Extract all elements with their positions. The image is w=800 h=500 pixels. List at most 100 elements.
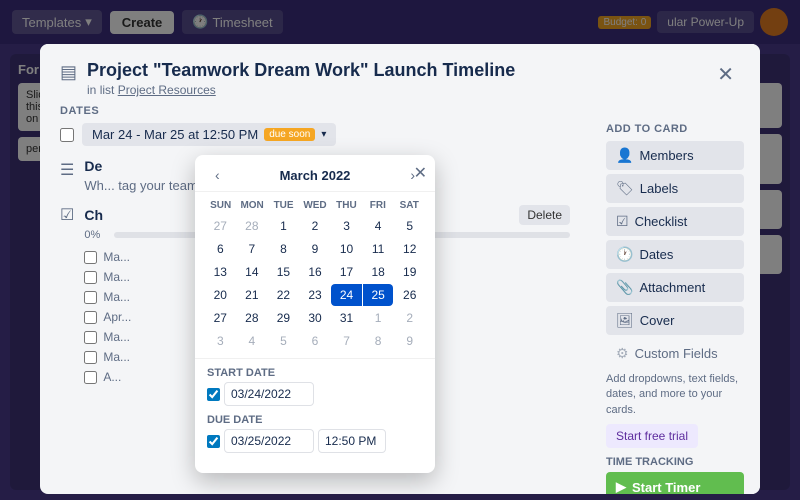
- checklist-button[interactable]: ☑ Checklist: [606, 207, 744, 236]
- due-date-fields: [207, 429, 423, 453]
- datepicker-day[interactable]: 24: [331, 284, 362, 306]
- datepicker-day[interactable]: 2: [300, 215, 331, 237]
- datepicker-days: 2728123456789101112131415161718192021222…: [205, 215, 425, 352]
- datepicker-day[interactable]: 7: [237, 238, 268, 260]
- datepicker-day[interactable]: 16: [300, 261, 331, 283]
- checklist-icon: ☑: [616, 213, 629, 230]
- modal-close-button[interactable]: ✕: [711, 60, 740, 89]
- datepicker-day[interactable]: 12: [394, 238, 425, 260]
- datepicker-day[interactable]: 5: [394, 215, 425, 237]
- datepicker-day[interactable]: 29: [268, 307, 299, 329]
- datepicker-prev-button[interactable]: ‹: [209, 165, 226, 185]
- cover-button[interactable]: 🖼 Cover: [606, 306, 744, 335]
- labels-button[interactable]: 🏷 Labels: [606, 174, 744, 203]
- datepicker-day[interactable]: 4: [237, 330, 268, 352]
- datepicker-day[interactable]: 8: [268, 238, 299, 260]
- dates-checkbox[interactable]: [60, 128, 74, 142]
- datepicker-day[interactable]: 22: [268, 284, 299, 306]
- datepicker-day[interactable]: 4: [363, 215, 394, 237]
- datepicker-day[interactable]: 27: [205, 215, 236, 237]
- start-timer-button[interactable]: ▶ Start Timer: [606, 472, 744, 494]
- start-date-checkbox[interactable]: [207, 388, 220, 401]
- datepicker-day[interactable]: 25: [363, 284, 394, 306]
- custom-fields-button[interactable]: ⚙ Custom Fields: [606, 339, 744, 368]
- card-modal-body: Dates Mar 24 - Mar 25 at 12:50 PM due so…: [40, 105, 760, 494]
- datepicker-day[interactable]: 28: [237, 215, 268, 237]
- datepicker-weekdays: SUN MON TUE WED THU FRI SAT: [205, 198, 425, 213]
- checklist-delete-button[interactable]: Delete: [519, 205, 570, 225]
- attachment-button[interactable]: 📎 Attachment: [606, 273, 744, 302]
- datepicker-day[interactable]: 20: [205, 284, 236, 306]
- custom-fields-icon: ⚙: [616, 345, 629, 362]
- card-title-area: Project "Teamwork Dream Work" Launch Tim…: [87, 60, 701, 97]
- date-inputs: Start date Due date: [195, 358, 435, 473]
- checklist-icon: ☑: [60, 205, 74, 387]
- start-date-fields: [207, 382, 423, 406]
- dates-row: Mar 24 - Mar 25 at 12:50 PM due soon ▾: [60, 123, 570, 146]
- datepicker-day[interactable]: 23: [300, 284, 331, 306]
- due-time-input[interactable]: [318, 429, 386, 453]
- start-free-trial-button[interactable]: Start free trial: [606, 424, 698, 448]
- datepicker-day[interactable]: 14: [237, 261, 268, 283]
- due-soon-badge: due soon: [264, 128, 315, 141]
- list-name-link[interactable]: Project Resources: [118, 83, 216, 97]
- play-icon: ▶: [616, 479, 626, 494]
- datepicker-day[interactable]: 27: [205, 307, 236, 329]
- datepicker-day[interactable]: 7: [331, 330, 362, 352]
- datepicker-day[interactable]: 6: [205, 238, 236, 260]
- due-date-label: Due date: [207, 414, 423, 426]
- due-date-row: Due date: [207, 414, 423, 453]
- members-button[interactable]: 👤 Members: [606, 141, 744, 170]
- due-date-checkbox[interactable]: [207, 435, 220, 448]
- card-list-info: in list Project Resources: [87, 83, 701, 97]
- card-title: Project "Teamwork Dream Work" Launch Tim…: [87, 60, 701, 81]
- card-icon: ▤: [60, 62, 77, 83]
- datepicker-day[interactable]: 15: [268, 261, 299, 283]
- dates-section: Dates Mar 24 - Mar 25 at 12:50 PM due so…: [60, 105, 570, 146]
- datepicker-day[interactable]: 9: [394, 330, 425, 352]
- datepicker-day[interactable]: 1: [363, 307, 394, 329]
- card-modal-main: Dates Mar 24 - Mar 25 at 12:50 PM due so…: [40, 105, 590, 494]
- datepicker-day[interactable]: 17: [331, 261, 362, 283]
- datepicker-day[interactable]: 18: [363, 261, 394, 283]
- datepicker-day[interactable]: 28: [237, 307, 268, 329]
- datepicker-popup: ‹ March 2022 › ✕ SUN MON: [195, 155, 435, 473]
- cover-icon: 🖼: [616, 312, 634, 329]
- person-icon: 👤: [616, 147, 633, 164]
- description-icon: ☰: [60, 160, 74, 193]
- card-modal-header: ▤ Project "Teamwork Dream Work" Launch T…: [40, 44, 760, 105]
- datepicker-day[interactable]: 9: [300, 238, 331, 260]
- clock-icon: 🕐: [616, 246, 633, 263]
- chevron-down-icon: ▾: [321, 129, 326, 140]
- start-date-row: Start date: [207, 367, 423, 406]
- dates-button[interactable]: 🕐 Dates: [606, 240, 744, 269]
- checklist-title: Ch: [84, 207, 103, 223]
- datepicker-day[interactable]: 3: [331, 215, 362, 237]
- datepicker-day[interactable]: 3: [205, 330, 236, 352]
- datepicker-header: ‹ March 2022 › ✕: [195, 155, 435, 192]
- datepicker-day[interactable]: 5: [268, 330, 299, 352]
- datepicker-day[interactable]: 19: [394, 261, 425, 283]
- datepicker-day[interactable]: 13: [205, 261, 236, 283]
- datepicker-grid: SUN MON TUE WED THU FRI SAT 272812345678…: [195, 192, 435, 358]
- datepicker-day[interactable]: 30: [300, 307, 331, 329]
- modal-overlay: ▤ Project "Teamwork Dream Work" Launch T…: [0, 0, 800, 500]
- datepicker-day[interactable]: 2: [394, 307, 425, 329]
- datepicker-day[interactable]: 31: [331, 307, 362, 329]
- datepicker-day[interactable]: 10: [331, 238, 362, 260]
- datepicker-day[interactable]: 6: [300, 330, 331, 352]
- datepicker-day[interactable]: 8: [363, 330, 394, 352]
- start-date-label: Start date: [207, 367, 423, 379]
- datepicker-month-label: March 2022: [226, 168, 405, 183]
- datepicker-close-button[interactable]: ✕: [414, 163, 427, 183]
- datepicker-day[interactable]: 1: [268, 215, 299, 237]
- datepicker-day[interactable]: 21: [237, 284, 268, 306]
- add-to-card-label: Add to card: [606, 123, 744, 135]
- dates-section-label: Dates: [60, 105, 570, 117]
- datepicker-day[interactable]: 11: [363, 238, 394, 260]
- start-date-input[interactable]: [224, 382, 314, 406]
- dates-value-display[interactable]: Mar 24 - Mar 25 at 12:50 PM due soon ▾: [82, 123, 336, 146]
- due-date-input[interactable]: [224, 429, 314, 453]
- card-modal-sidebar: Add to card 👤 Members 🏷 Labels ☑ Checkli…: [590, 105, 760, 494]
- datepicker-day[interactable]: 26: [394, 284, 425, 306]
